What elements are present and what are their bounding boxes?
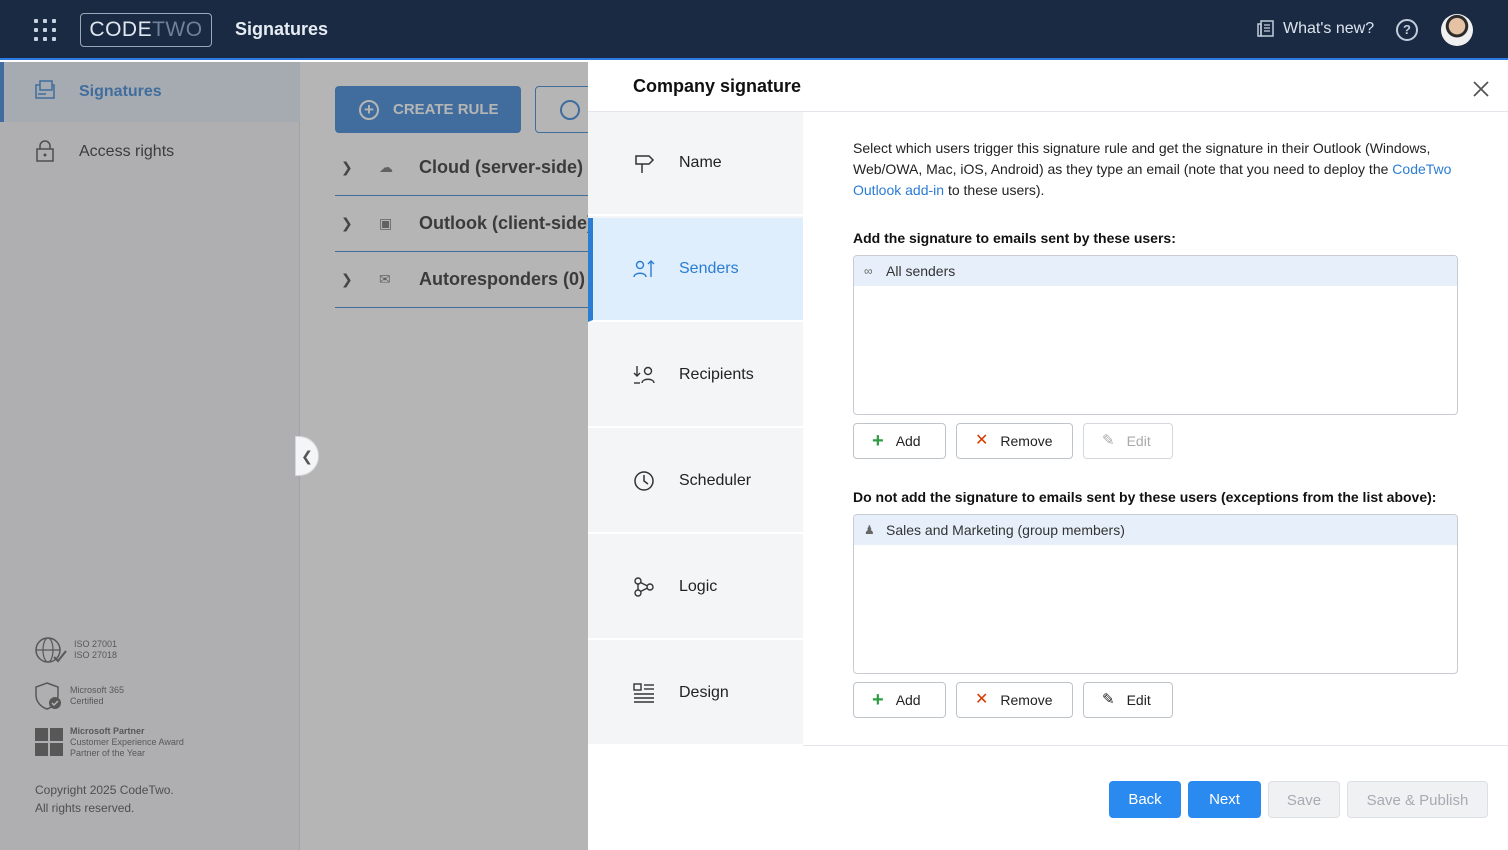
whats-new-link[interactable]: What's new? bbox=[1257, 20, 1374, 38]
exclude-add-button[interactable]: + Add bbox=[853, 682, 946, 718]
step-label-design: Design bbox=[679, 684, 729, 701]
include-senders-list[interactable]: ∞ All senders bbox=[853, 255, 1458, 415]
description-text: Select which users trigger this signatur… bbox=[853, 138, 1458, 201]
step-design[interactable]: Design bbox=[588, 642, 803, 746]
step-recipients[interactable]: Recipients bbox=[588, 324, 803, 428]
exclude-section-label: Do not add the signature to emails sent … bbox=[853, 489, 1437, 505]
exclude-remove-button[interactable]: ✕ Remove bbox=[956, 682, 1073, 718]
pencil-icon: ✎ bbox=[1102, 432, 1115, 449]
close-icon[interactable] bbox=[1472, 80, 1490, 98]
list-item[interactable]: ♟ Sales and Marketing (group members) bbox=[854, 515, 1457, 545]
dialog-title: Company signature bbox=[633, 76, 802, 96]
description-part1: Select which users trigger this signatur… bbox=[853, 140, 1431, 177]
senders-description: Select which users trigger this signatur… bbox=[853, 138, 1458, 201]
next-button[interactable]: Next bbox=[1188, 781, 1261, 818]
modal-overlay[interactable] bbox=[0, 62, 588, 850]
app-launcher-icon[interactable] bbox=[34, 19, 56, 41]
design-icon bbox=[633, 683, 654, 703]
wizard-steps: Name Senders Recipients Scheduler Logic … bbox=[588, 112, 803, 746]
step-label-recipients: Recipients bbox=[679, 366, 754, 383]
signpost-icon bbox=[635, 155, 655, 173]
step-label-scheduler: Scheduler bbox=[679, 472, 752, 489]
whats-new-label: What's new? bbox=[1283, 20, 1375, 37]
news-icon bbox=[1257, 20, 1274, 37]
plus-icon: + bbox=[872, 430, 884, 452]
exclude-edit-button[interactable]: ✎ Edit bbox=[1083, 682, 1173, 718]
step-senders[interactable]: Senders bbox=[588, 218, 803, 322]
step-scheduler[interactable]: Scheduler bbox=[588, 430, 803, 534]
include-edit-button[interactable]: ✎ Edit bbox=[1083, 423, 1173, 459]
save-publish-button[interactable]: Save & Publish bbox=[1347, 781, 1488, 818]
step-label-logic: Logic bbox=[679, 578, 718, 595]
logo-text-two: TWO bbox=[152, 18, 203, 41]
remove-x-icon: ✕ bbox=[975, 691, 989, 708]
step-label-name: Name bbox=[679, 154, 722, 171]
add-label: Add bbox=[895, 433, 921, 449]
back-button[interactable]: Back bbox=[1109, 781, 1181, 818]
include-section-label: Add the signature to emails sent by thes… bbox=[853, 230, 1176, 246]
exclude-senders-list[interactable]: ♟ Sales and Marketing (group members) bbox=[853, 514, 1458, 674]
group-icon: ♟ bbox=[864, 523, 875, 537]
pencil-icon: ✎ bbox=[1102, 691, 1115, 708]
edit-label: Edit bbox=[1126, 692, 1151, 708]
description-part2: to these users). bbox=[944, 182, 1045, 198]
add-label: Add bbox=[895, 692, 921, 708]
recipients-icon bbox=[633, 366, 655, 384]
help-icon[interactable]: ? bbox=[1396, 19, 1418, 41]
logo-text-code: CODE bbox=[89, 18, 153, 41]
clock-icon bbox=[634, 471, 654, 491]
step-label-senders: Senders bbox=[679, 260, 739, 277]
codetwo-logo[interactable]: CODETWO bbox=[80, 13, 212, 47]
app-title: Signatures bbox=[235, 19, 329, 39]
senders-icon bbox=[633, 260, 655, 278]
plus-icon: + bbox=[872, 689, 884, 711]
rule-dialog: Company signature Name Senders Recipient… bbox=[588, 62, 1508, 850]
user-avatar[interactable] bbox=[1441, 14, 1473, 46]
list-item-label: All senders bbox=[886, 263, 956, 279]
include-remove-button[interactable]: ✕ Remove bbox=[956, 423, 1073, 459]
edit-label: Edit bbox=[1126, 433, 1151, 449]
footer-divider bbox=[803, 745, 1508, 746]
list-item[interactable]: ∞ All senders bbox=[854, 256, 1457, 286]
step-logic[interactable]: Logic bbox=[588, 536, 803, 640]
remove-label: Remove bbox=[1000, 433, 1053, 449]
list-item-label: Sales and Marketing (group members) bbox=[886, 522, 1125, 538]
save-button[interactable]: Save bbox=[1268, 781, 1340, 818]
remove-label: Remove bbox=[1000, 692, 1053, 708]
remove-x-icon: ✕ bbox=[975, 432, 989, 449]
infinity-icon: ∞ bbox=[864, 264, 873, 278]
include-add-button[interactable]: + Add bbox=[853, 423, 946, 459]
step-name[interactable]: Name bbox=[588, 112, 803, 216]
logic-icon bbox=[634, 577, 654, 597]
top-bar: CODETWO Signatures What's new? ? bbox=[0, 0, 1508, 60]
